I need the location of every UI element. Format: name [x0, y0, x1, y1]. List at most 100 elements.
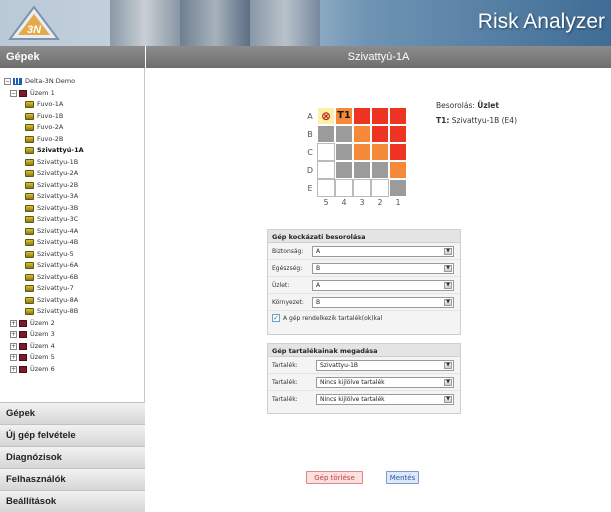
matrix-cell	[317, 161, 335, 179]
tree-item[interactable]: Szivattyu-1B	[4, 157, 84, 169]
tree-item[interactable]: Szivattyu-2B	[4, 180, 84, 192]
tree-item[interactable]: Szivattyu-3A	[4, 191, 84, 203]
tree-item[interactable]: Szivattyu-3C	[4, 214, 84, 226]
safety-row: Biztonság: A ▼	[268, 243, 460, 260]
tree-item-label: Üzem 1	[30, 88, 55, 97]
machine-icon	[25, 181, 34, 189]
machine-icon	[25, 250, 34, 258]
tree-item[interactable]: + Üzem 6	[4, 364, 84, 376]
nav-diagnoses[interactable]: Diagnózisok	[0, 446, 145, 468]
plant-icon	[19, 365, 27, 373]
environment-select[interactable]: B ▼	[312, 297, 454, 308]
tree-item[interactable]: Szivattyu-2A	[4, 168, 84, 180]
tree-item-label: Szivattyu-2B	[37, 180, 79, 189]
tree-item-label: Delta-3N Demo	[25, 77, 76, 85]
expand-icon[interactable]: +	[10, 342, 17, 350]
matrix-cell	[335, 143, 353, 161]
machine-icon	[25, 273, 34, 281]
tree-item-label: Szivattyu-7	[37, 284, 74, 292]
spare-marker-label: T1	[337, 110, 351, 121]
collapse-icon[interactable]: −	[4, 78, 11, 86]
machine-icon	[25, 227, 34, 235]
business-row: Üzlet: A ▼	[268, 277, 460, 294]
plant-icon	[19, 331, 27, 339]
spare-select-3[interactable]: Nincs kijlölve tartalék ▼	[316, 394, 454, 405]
tree-item[interactable]: + Üzem 5	[4, 352, 84, 364]
plant-icon	[19, 89, 27, 97]
safety-label: Biztonság:	[272, 248, 304, 255]
safety-select[interactable]: A ▼	[312, 246, 454, 257]
matrix-cell	[335, 179, 353, 197]
health-select[interactable]: B ▼	[312, 263, 454, 274]
delete-machine-button[interactable]: Gép törlése	[306, 471, 363, 484]
matrix-row-label: C	[307, 148, 313, 157]
matrix-cell	[317, 143, 335, 161]
health-row: Egészség: B ▼	[268, 260, 460, 277]
tree-item[interactable]: Szivattyu-8B	[4, 306, 84, 318]
matrix-cell	[353, 143, 371, 161]
machine-icon	[25, 124, 34, 132]
tree-item[interactable]: + Üzem 3	[4, 329, 84, 341]
plant-icon	[19, 354, 27, 362]
tree-item[interactable]: + Üzem 4	[4, 341, 84, 353]
tree-item[interactable]: − Delta-3N Demo	[4, 76, 84, 88]
nav-settings[interactable]: Beállítások	[0, 490, 145, 512]
tree-item[interactable]: Szivattyu-4B	[4, 237, 84, 249]
tree-item-label: Szivattyu-1B	[37, 157, 79, 166]
matrix-col-label: 4	[341, 198, 347, 207]
matrix-row-label: B	[307, 130, 313, 139]
tree-item[interactable]: Fuvo-2B	[4, 134, 84, 146]
tree-item-label: Szivattyu-2A	[37, 169, 79, 177]
nav-users[interactable]: Felhasználók	[0, 468, 145, 490]
t1-value: Szivattyu-1B (E4)	[451, 116, 517, 125]
tree-item[interactable]: Szivattyu-6A	[4, 260, 84, 272]
tree-item-label: Fuvo-2A	[37, 123, 64, 131]
tree-item[interactable]: + Üzem 2	[4, 318, 84, 330]
tree-item[interactable]: Szivattyu-5	[4, 249, 84, 261]
matrix-row-label: A	[307, 112, 313, 121]
machine-icon	[25, 308, 34, 316]
spares-panel-title: Gép tartalékainak megadása	[268, 344, 460, 357]
chevron-down-icon: ▼	[444, 396, 452, 403]
expand-icon[interactable]: +	[10, 365, 17, 373]
matrix-cell	[389, 107, 407, 125]
expand-icon[interactable]: +	[10, 354, 17, 362]
tree-item[interactable]: Szivattyu-6B	[4, 272, 84, 284]
risk-panel-title: Gép kockázati besorolása	[268, 230, 460, 243]
sidebar: − Delta-3N Demo − Üzem 1 Fuvo-1A Fuvo-1B Fuvo-…	[0, 68, 145, 512]
spare-select-1[interactable]: Szivattyu-1B ▼	[316, 360, 454, 371]
machine-icon	[25, 296, 34, 304]
spare-row: Tartalék: Nincs kijlölve tartalék ▼	[268, 374, 460, 391]
save-button[interactable]: Mentés	[386, 471, 419, 484]
business-select[interactable]: A ▼	[312, 280, 454, 291]
tree-item[interactable]: Szivattyu-7	[4, 283, 84, 295]
tree-item[interactable]: Fuvo-2A	[4, 122, 84, 134]
tree-item-label: Szivattyu-4B	[37, 238, 79, 246]
tree-item[interactable]: Szivattyú-1A	[4, 145, 84, 157]
tree-item[interactable]: Szivattyu-4A	[4, 226, 84, 238]
sidebar-title: Gépek	[0, 46, 145, 68]
tree-item[interactable]: Szivattyu-3B	[4, 203, 84, 215]
health-label: Egészség:	[272, 265, 303, 272]
current-machine-marker-icon: ⊗	[320, 109, 332, 123]
expand-icon[interactable]: +	[10, 319, 17, 327]
collapse-icon[interactable]: −	[10, 89, 17, 97]
chevron-down-icon: ▼	[444, 265, 452, 272]
tree-item-label: Szivattyu-8A	[37, 295, 79, 304]
spare-select-2[interactable]: Nincs kijlölve tartalék ▼	[316, 377, 454, 388]
machine-icon	[25, 170, 34, 178]
header-banner: 3N Risk Analyzer	[0, 0, 611, 46]
machine-icon	[25, 239, 34, 247]
tree-item[interactable]: Fuvo-1B	[4, 111, 84, 123]
matrix-cell	[371, 143, 389, 161]
has-spares-checkbox[interactable]: ✓	[272, 314, 280, 322]
tree-item[interactable]: − Üzem 1	[4, 88, 84, 100]
machine-icon	[25, 262, 34, 270]
spare-label: Tartalék:	[272, 396, 298, 403]
nav-machines[interactable]: Gépek	[0, 402, 145, 424]
tree-item[interactable]: Szivattyu-8A	[4, 295, 84, 307]
expand-icon[interactable]: +	[10, 331, 17, 339]
tree-item[interactable]: Fuvo-1A	[4, 99, 84, 111]
nav-new-machine[interactable]: Új gép felvétele	[0, 424, 145, 446]
tree-item-label: Szivattyu-6B	[37, 272, 79, 281]
